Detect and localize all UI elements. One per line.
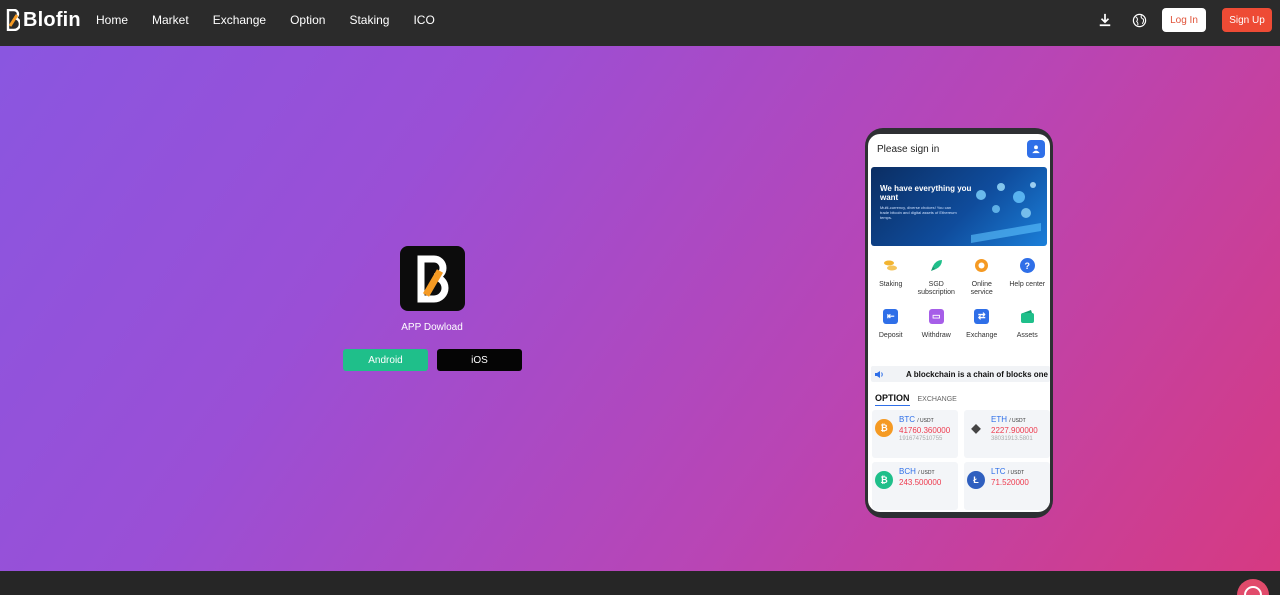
ios-download-button[interactable]: iOS [437,349,522,371]
market-card-btc[interactable]: ₿ BTC / USDT 41760.360000 1916747510755 [872,410,958,458]
download-icon[interactable] [1096,11,1114,29]
market-tabs: OPTION EXCHANGE [868,392,1050,406]
brand-name: Blofin [23,8,81,31]
market-card-ltc[interactable]: Ł LTC / USDT 71.520000 [964,462,1050,510]
brand-logo[interactable]: Blofin [6,8,81,32]
coins-icon [883,258,898,273]
headset-icon [974,258,989,273]
deposit-icon: ⇤ [883,309,899,324]
swap-icon: ⇄ [974,309,990,324]
eth-coin-icon: ◆ [971,421,981,435]
menu-label: Help center [1009,281,1046,288]
menu-online-service[interactable]: Online service [959,258,1005,309]
ltc-coin-icon: Ł [967,471,985,489]
nav-exchange[interactable]: Exchange [213,13,266,27]
login-button[interactable]: Log In [1162,8,1206,32]
app-logo-icon [400,246,465,311]
question-icon: ? [1019,258,1035,273]
footer-bar [0,571,1280,595]
android-download-button[interactable]: Android [343,349,428,371]
menu-label: Exchange [966,332,998,339]
market-symbol: BCH / USDT [899,467,935,476]
menu-exchange[interactable]: ⇄ Exchange [959,309,1005,360]
logo-mark-icon [6,9,20,31]
nav-market[interactable]: Market [152,13,189,27]
wallet-icon: ▭ [928,309,944,324]
user-icon [1027,140,1045,158]
market-price: 41760.360000 [899,426,951,435]
main-nav: Home Market Exchange Option Staking ICO [96,0,459,40]
market-card-eth[interactable]: ◆ ETH / USDT 2227.900000 38031913.5801 [964,410,1050,458]
market-volume: 38031913.5801 [991,436,1033,442]
menu-staking[interactable]: Staking [868,258,914,309]
market-card-bch[interactable]: ₿ BCH / USDT 243.500000 [872,462,958,510]
ticker-text: A blockchain is a chain of blocks one [906,369,1048,379]
app-download-title: APP Dowload [401,322,463,333]
market-symbol: LTC / USDT [991,467,1025,476]
menu-help-center[interactable]: ? Help center [1005,258,1051,309]
market-symbol: BTC / USDT [899,415,934,424]
nav-option[interactable]: Option [290,13,325,27]
market-price: 243.500000 [899,478,942,487]
phone-mockup: Please sign in We have everything you wa… [865,128,1053,518]
market-volume: 1916747510755 [899,436,943,442]
market-symbol: ETH / USDT [991,415,1026,424]
phone-menu-grid: Staking SGD subscription Online service … [868,258,1050,360]
menu-label: Withdraw [921,332,951,339]
tab-exchange[interactable]: EXCHANGE [918,396,957,406]
phone-screen: Please sign in We have everything you wa… [868,134,1050,512]
menu-label: Staking [879,281,903,288]
tab-option[interactable]: OPTION [875,393,910,406]
market-price: 2227.900000 [991,426,1038,435]
phone-header: Please sign in [868,134,1050,164]
banner-art-icon [971,182,1041,243]
bch-coin-icon: ₿ [875,471,893,489]
menu-sgd-subscription[interactable]: SGD subscription [914,258,960,309]
rocket-icon [929,258,944,273]
menu-withdraw[interactable]: ▭ Withdraw [914,309,960,360]
market-price: 71.520000 [991,478,1029,487]
globe-icon[interactable] [1130,11,1148,29]
market-cards: ₿ BTC / USDT 41760.360000 1916747510755 … [868,406,1050,510]
sign-in-prompt: Please sign in [877,143,940,155]
hero-section: APP Dowload Android iOS Please sign in W… [0,46,1280,571]
assets-icon [1020,309,1035,324]
menu-label: Deposit [878,332,903,339]
menu-deposit[interactable]: ⇤ Deposit [868,309,914,360]
menu-label: Online service [970,281,993,296]
speaker-icon [875,370,883,378]
top-navbar: Blofin Home Market Exchange Option Staki… [0,0,1280,46]
chat-support-icon[interactable] [1237,579,1269,595]
menu-label: SGD subscription [917,281,955,296]
nav-staking[interactable]: Staking [349,13,389,27]
nav-ico[interactable]: ICO [413,13,434,27]
promo-banner: We have everything you want Multi-curren… [871,167,1047,246]
news-ticker[interactable]: A blockchain is a chain of blocks one [871,366,1050,382]
nav-home[interactable]: Home [96,13,128,27]
menu-assets[interactable]: Assets [1005,309,1051,360]
signup-button[interactable]: Sign Up [1222,8,1272,32]
btc-coin-icon: ₿ [875,419,893,437]
banner-subtitle: Multi-currency, diverse choices! You can… [880,205,957,220]
menu-label: Assets [1016,332,1038,339]
